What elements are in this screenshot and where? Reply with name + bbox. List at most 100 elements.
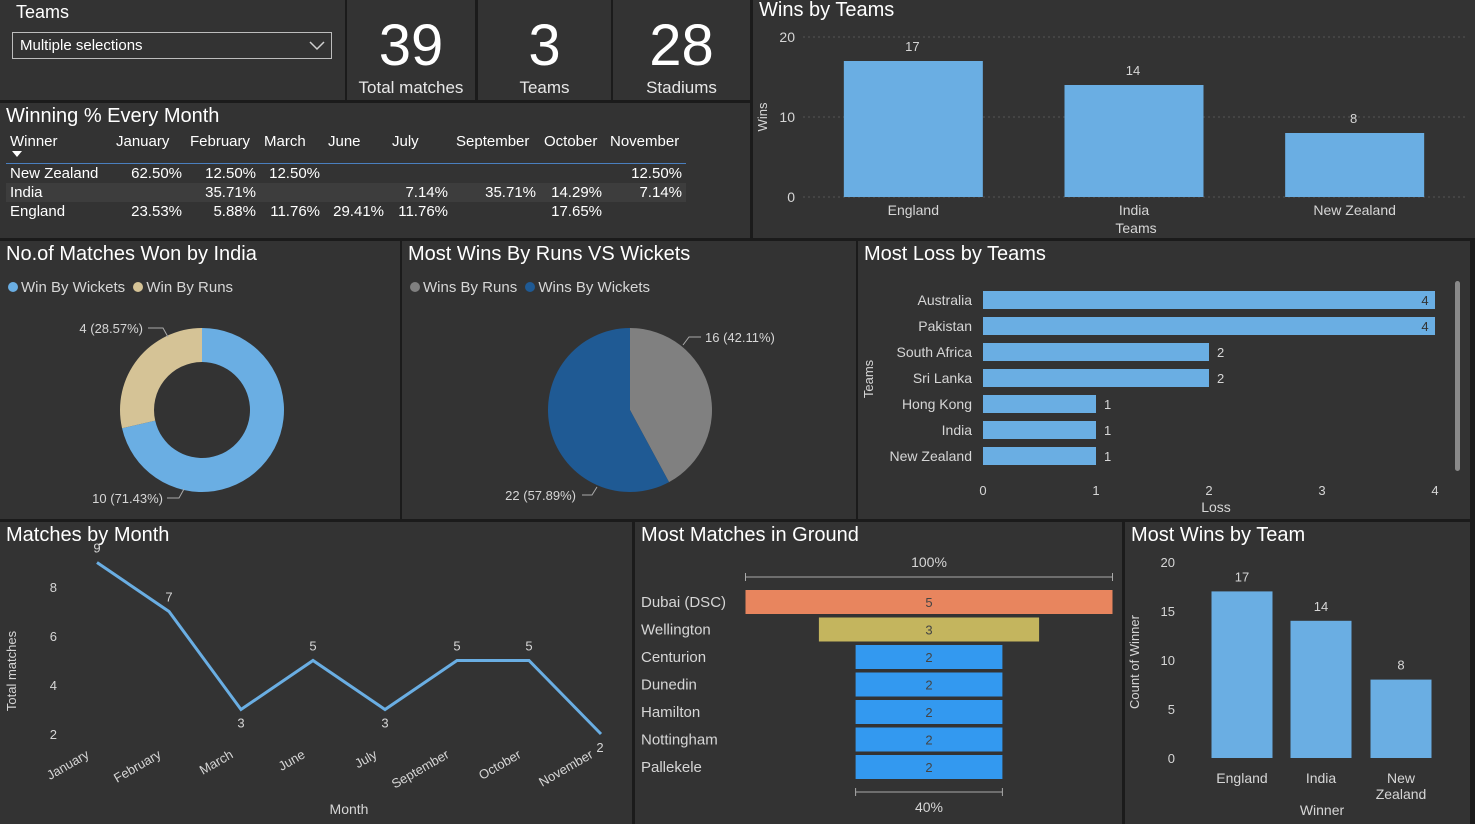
- category-label: Centurion: [641, 649, 706, 666]
- y-axis-label: Total matches: [4, 630, 19, 711]
- x-tick-label: November: [536, 746, 596, 789]
- matrix-row[interactable]: India 35.71% 7.14% 35.71% 14.29% 7.14%: [6, 183, 686, 202]
- x-tick-label: July: [352, 746, 380, 771]
- column-header[interactable]: November: [606, 133, 686, 164]
- bar: [983, 317, 1435, 335]
- chevron-down-icon: [309, 41, 325, 51]
- leader-line: [148, 327, 169, 338]
- dropdown-value: Multiple selections: [20, 37, 143, 54]
- bar: [1290, 620, 1352, 758]
- matrix-row[interactable]: New Zealand 62.50% 12.50% 12.50% 12.50%: [6, 164, 686, 184]
- x-tick-label: October: [476, 746, 524, 782]
- data-label: 2: [925, 733, 932, 748]
- teams-slicer: Teams Multiple selections: [0, 0, 345, 100]
- funnel-bottom-label: 40%: [915, 799, 943, 815]
- matrix-title: Winning % Every Month: [6, 105, 220, 127]
- data-label: 3: [925, 623, 932, 638]
- matrix-cell: [452, 164, 540, 184]
- data-label: 2: [596, 740, 603, 755]
- teams-dropdown[interactable]: Multiple selections: [12, 32, 332, 59]
- column-header[interactable]: January: [112, 133, 186, 164]
- matches-in-ground-chart: Most Matches in Ground 100% 5 Dubai (DSC) 3…: [635, 522, 1122, 824]
- card-value: 39: [378, 13, 444, 78]
- matrix-row[interactable]: England 23.53% 5.88% 11.76% 29.41% 11.76% 17.6…: [6, 202, 686, 221]
- matches-in-ground-plot: 100% 5 Dubai (DSC) 3 Wellington 2 Centurion 2 Du…: [641, 554, 1113, 815]
- bar: [983, 291, 1435, 309]
- y-axis-label: Teams: [861, 359, 876, 398]
- card-label: Stadiums: [646, 78, 717, 97]
- matrix-cell: [606, 202, 686, 221]
- column-header-winner[interactable]: Winner: [6, 133, 112, 164]
- y-tick-label: 0: [787, 189, 795, 205]
- card-value: 28: [649, 13, 714, 78]
- data-label: 5: [309, 639, 316, 654]
- leader-line: [582, 486, 598, 496]
- data-label: 14: [1314, 599, 1328, 614]
- data-label: 5: [925, 595, 932, 610]
- data-label: 3: [381, 716, 388, 731]
- matrix-cell: [324, 164, 388, 184]
- data-label: 1: [1104, 423, 1111, 438]
- column-header[interactable]: February: [186, 133, 260, 164]
- y-tick-label: Hong Kong: [902, 396, 972, 412]
- donut-slice: [120, 328, 202, 429]
- data-label: 2: [925, 678, 932, 693]
- leader-line: [167, 488, 185, 499]
- x-tick-label: 4: [1431, 483, 1438, 498]
- category-label: Hamilton: [641, 704, 700, 721]
- column-header[interactable]: March: [260, 133, 324, 164]
- x-tick-label: 3: [1318, 483, 1325, 498]
- matrix-header-row: Winner January February March June July …: [6, 133, 686, 164]
- y-tick-label: Pakistan: [918, 318, 972, 334]
- bar: [1285, 133, 1425, 197]
- column-header[interactable]: October: [540, 133, 606, 164]
- matrix-cell: 35.71%: [205, 184, 256, 201]
- column-header[interactable]: June: [324, 133, 388, 164]
- y-tick-label: Sri Lanka: [913, 370, 972, 386]
- bar: [983, 369, 1209, 387]
- data-label: 10 (71.43%): [92, 491, 163, 506]
- bar: [843, 61, 983, 197]
- data-label: 1: [1104, 397, 1111, 412]
- bar: [983, 421, 1096, 439]
- wins-by-teams-plot: 0 10 20 Wins 17 England 14 India 8 New Zealand Tea…: [755, 29, 1465, 236]
- bar: [1211, 591, 1273, 758]
- y-tick-label: 0: [1168, 751, 1175, 766]
- y-tick-label: 20: [779, 29, 795, 45]
- x-tick-label: India: [1306, 770, 1337, 786]
- matrix-cell: 7.14%: [405, 184, 448, 201]
- x-tick-label: January: [44, 746, 92, 782]
- bar: [1064, 85, 1204, 197]
- slicer-title: Teams: [16, 2, 70, 22]
- y-tick-label: Australia: [918, 292, 973, 308]
- matrix-cell: [260, 183, 324, 202]
- category-label: Dubai (DSC): [641, 594, 726, 611]
- x-tick-label: 2: [1205, 483, 1212, 498]
- data-label: 8: [1397, 658, 1404, 673]
- y-tick-label: 15: [1161, 604, 1175, 619]
- data-label: 16 (42.11%): [705, 330, 775, 345]
- leader-line: [682, 336, 701, 346]
- category-label: Dunedin: [641, 677, 697, 694]
- scrollbar[interactable]: [1455, 281, 1460, 471]
- x-tick-label: England: [888, 202, 939, 218]
- matrix-cell: 23.53%: [131, 203, 182, 220]
- matrix-cell: 35.71%: [485, 184, 536, 201]
- matrix-cell: [324, 183, 388, 202]
- bar: [1370, 679, 1432, 758]
- data-label: 2: [1217, 371, 1224, 386]
- column-header[interactable]: July: [388, 133, 452, 164]
- matrix-cell: 17.65%: [551, 203, 602, 220]
- x-tick-label: Zealand: [1376, 786, 1427, 802]
- data-label: 8: [1350, 111, 1357, 126]
- matrix-cell: 12.50%: [269, 165, 320, 182]
- x-tick-label: New Zealand: [1313, 202, 1396, 218]
- matrix-cell: 11.76%: [270, 203, 320, 220]
- column-header[interactable]: September: [452, 133, 540, 164]
- x-axis-label: Loss: [1201, 499, 1231, 515]
- data-label: 4: [1421, 293, 1428, 308]
- matrix-cell: [452, 202, 540, 221]
- matrix-cell: 12.50%: [205, 165, 256, 182]
- y-tick-label: South Africa: [897, 344, 973, 360]
- card-label: Teams: [519, 78, 570, 97]
